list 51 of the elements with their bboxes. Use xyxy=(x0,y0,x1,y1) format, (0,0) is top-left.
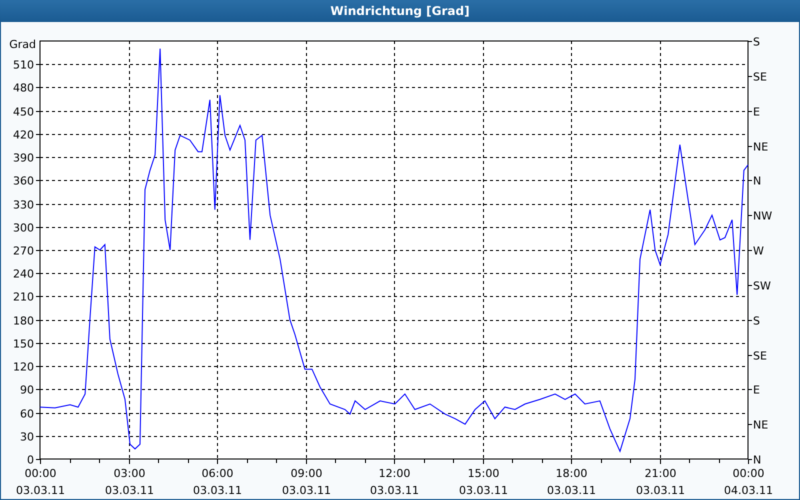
date-label: 03.03.11 xyxy=(16,484,65,497)
axis-tick-label: 0 xyxy=(27,454,34,466)
direction-label: NE xyxy=(753,140,768,154)
direction-label: W xyxy=(753,244,764,258)
direction-label: NE xyxy=(753,418,768,432)
axis-tick-label: 210 xyxy=(13,290,34,304)
date-label: 04.03.11 xyxy=(724,484,773,497)
axis-tick-label: 09:00 xyxy=(290,467,322,480)
axis-tick-label: 21:00 xyxy=(644,467,676,480)
direction-label: S xyxy=(753,36,760,48)
date-label: 03.03.11 xyxy=(547,484,596,497)
direction-label: NW xyxy=(753,210,772,222)
direction-label: SW xyxy=(753,280,771,292)
direction-label: SE xyxy=(753,70,767,84)
window-title: Windrichtung [Grad] xyxy=(330,4,470,18)
direction-label: N xyxy=(753,174,762,188)
axis-tick-label: 12:00 xyxy=(378,467,410,480)
axis-title: Grad xyxy=(9,38,36,51)
date-label: 03.03.11 xyxy=(370,484,419,497)
direction-label: N xyxy=(753,454,762,466)
axis-tick-label: 240 xyxy=(13,268,34,280)
direction-label: E xyxy=(753,384,760,396)
date-label: 03.03.11 xyxy=(105,484,154,497)
axis-tick-label: 06:00 xyxy=(202,467,234,480)
axis-tick-label: 270 xyxy=(13,244,34,258)
axis-tick-label: 15:00 xyxy=(468,467,500,480)
date-label: 03.03.11 xyxy=(459,484,508,497)
axis-tick-label: 90 xyxy=(20,384,34,396)
direction-label: SE xyxy=(753,350,767,362)
axis-tick-label: 30 xyxy=(20,430,34,444)
date-label: 03.03.11 xyxy=(282,484,331,497)
axis-tick-label: 03:00 xyxy=(114,467,146,480)
axis-tick-label: 480 xyxy=(13,82,34,94)
axis-tick-label: 150 xyxy=(13,338,34,350)
axis-tick-label: 450 xyxy=(13,106,34,118)
axis-tick-label: 360 xyxy=(13,174,34,188)
axis-tick-label: 120 xyxy=(13,360,34,374)
axis-tick-label: 390 xyxy=(13,152,34,164)
axis-tick-label: 60 xyxy=(20,408,34,420)
axis-tick-label: 180 xyxy=(13,314,34,328)
date-label: 03.03.11 xyxy=(193,484,242,497)
axis-tick-label: 420 xyxy=(13,128,34,142)
date-label: 03.03.11 xyxy=(636,484,685,497)
axis-tick-label: 330 xyxy=(13,198,34,212)
axis-tick-label: 18:00 xyxy=(556,467,588,480)
direction-label: E xyxy=(753,106,760,118)
axis-tick-label: 510 xyxy=(13,58,34,72)
axis-tick-label: 00:00 xyxy=(732,467,764,480)
axis-tick-label: 00:00 xyxy=(24,467,56,480)
axis-tick-label: 300 xyxy=(13,222,34,234)
direction-label: S xyxy=(753,314,760,328)
